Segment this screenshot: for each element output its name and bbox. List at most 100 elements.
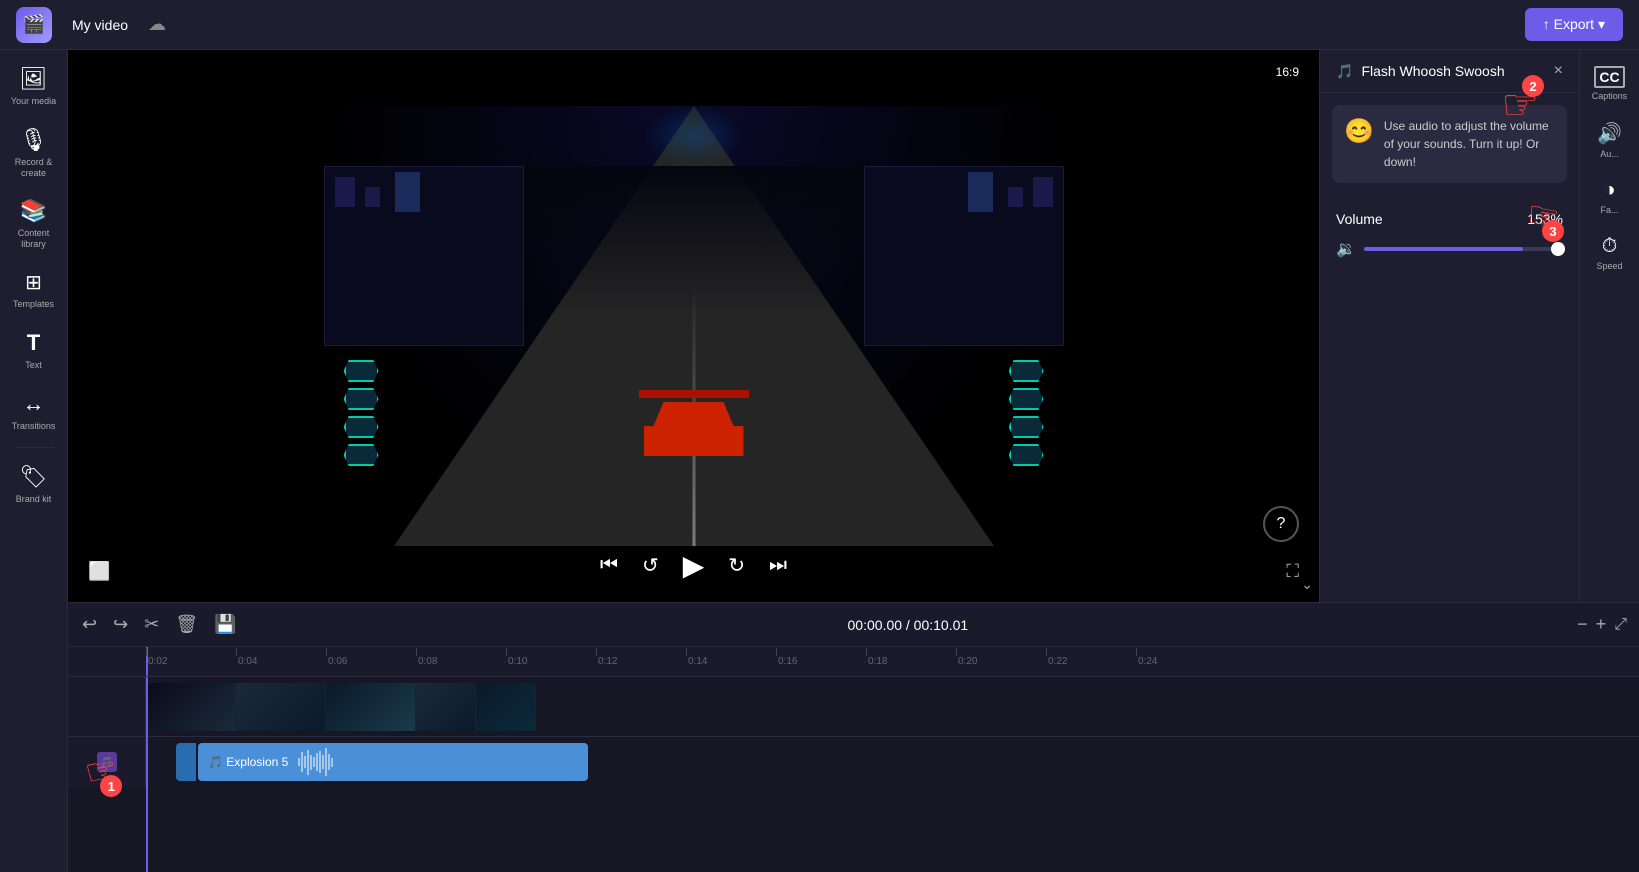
volume-low-icon: 🔉 bbox=[1336, 239, 1356, 259]
video-canvas bbox=[324, 106, 1064, 546]
sidebar-item-label-text: Text bbox=[25, 360, 42, 371]
preview-section: 16:9 ⏮ ↺ ▶ ↻ ⏭ ⬜ ⛶ ? ⌄ bbox=[68, 50, 1639, 602]
wave-bar bbox=[322, 755, 324, 769]
app-logo-icon: 🎬 bbox=[23, 14, 45, 35]
playback-controls: ⏮ ↺ ▶ ↻ ⏭ bbox=[596, 545, 791, 586]
right-panel-title: Flash Whoosh Swoosh bbox=[1361, 63, 1504, 79]
fit-timeline-button[interactable]: ⤢ bbox=[1614, 616, 1627, 634]
audio-tooltip: 😊 Use audio to adjust the volume of your… bbox=[1332, 105, 1567, 183]
content-library-icon: 📚 bbox=[20, 198, 47, 224]
wave-bar bbox=[301, 752, 303, 772]
close-panel-button[interactable]: × bbox=[1554, 62, 1563, 80]
sidebar-item-brand-kit[interactable]: 🏷 Brand kit bbox=[4, 456, 64, 513]
wave-bar bbox=[328, 754, 330, 770]
ruler-mark-0-24: 0:24 bbox=[1136, 656, 1226, 667]
ruler-mark-0-04: 0:04 bbox=[236, 656, 326, 667]
ruler-mark-0-14: 0:14 bbox=[686, 656, 776, 667]
ruler-marks: 0:02 0:04 0:06 0:08 0:10 0:12 0:14 0:16 … bbox=[146, 656, 1226, 667]
zoom-in-button[interactable]: + bbox=[1596, 614, 1607, 635]
right-panel: 🎵 Flash Whoosh Swoosh × 😊 Use audio to a… bbox=[1319, 50, 1579, 602]
right-sidebar-item-captions[interactable]: CC Captions bbox=[1584, 58, 1636, 109]
left-sidebar: 🖼 Your media 🎙 Record &create 📚 Contentl… bbox=[0, 50, 68, 872]
export-button[interactable]: ↑ Export ▾ bbox=[1525, 8, 1623, 41]
sidebar-item-transitions[interactable]: ↔ Transitions bbox=[4, 383, 64, 440]
volume-thumb[interactable] bbox=[1551, 242, 1565, 256]
wave-bar bbox=[298, 758, 300, 766]
transitions-icon: ↔ bbox=[23, 391, 45, 417]
sidebar-item-label-record-create: Record &create bbox=[15, 157, 53, 179]
volume-slider[interactable] bbox=[1364, 247, 1563, 251]
fullscreen-button[interactable]: ⛶ bbox=[1286, 561, 1299, 582]
wave-bar bbox=[319, 751, 321, 773]
main-layout: 🖼 Your media 🎙 Record &create 📚 Contentl… bbox=[0, 50, 1639, 872]
wave-bar bbox=[304, 756, 306, 768]
sidebar-item-label-transitions: Transitions bbox=[12, 421, 56, 432]
right-sidebar-item-audio[interactable]: 🔊 Au... bbox=[1584, 113, 1636, 167]
skip-to-end-button[interactable]: ⏭ bbox=[765, 550, 791, 581]
ruler-mark-0-18: 0:18 bbox=[866, 656, 956, 667]
wave-bar bbox=[307, 750, 309, 775]
volume-slider-row: 🔉 bbox=[1336, 239, 1563, 259]
audio-track-content: 🎵 Explosion 5 bbox=[146, 737, 1639, 787]
help-button[interactable]: ? bbox=[1263, 506, 1299, 542]
tunnel-glow bbox=[644, 106, 744, 166]
ruler-mark-0-22: 0:22 bbox=[1046, 656, 1136, 667]
fade-label: Fa... bbox=[1600, 205, 1618, 215]
car-spoiler bbox=[639, 390, 749, 398]
timeline-ruler: 0:02 0:04 0:06 0:08 0:10 0:12 0:14 0:16 … bbox=[68, 647, 1639, 677]
right-sidebar: CC Captions 🔊 Au... ◑ Fa... ⏱ Speed bbox=[1579, 50, 1639, 602]
audio-clip[interactable]: 🎵 Explosion 5 bbox=[198, 743, 588, 781]
templates-icon: ⊞ bbox=[25, 270, 42, 295]
save-button[interactable]: 💾 bbox=[212, 612, 238, 637]
volume-section: Volume 153% 🔉 bbox=[1320, 195, 1579, 275]
audio-track-label: 🎵 bbox=[68, 737, 146, 787]
play-pause-button[interactable]: ▶ bbox=[679, 545, 709, 586]
barriers-right bbox=[1009, 360, 1044, 466]
cut-button[interactable]: ✂ bbox=[142, 612, 161, 637]
tooltip-emoji: 😊 bbox=[1344, 117, 1374, 171]
project-name-button[interactable]: My video bbox=[64, 13, 136, 37]
audio-label: Au... bbox=[1600, 149, 1619, 159]
sidebar-item-templates[interactable]: ⊞ Templates bbox=[4, 262, 64, 318]
building-right bbox=[864, 166, 1064, 346]
captions-label: Captions bbox=[1592, 91, 1628, 101]
audio-track-icon[interactable]: 🎵 bbox=[97, 752, 117, 772]
record-create-icon: 🎙 bbox=[20, 127, 48, 153]
ruler-mark-0-16: 0:16 bbox=[776, 656, 866, 667]
volume-value: 153% bbox=[1527, 211, 1563, 227]
audio-clip-start-button[interactable] bbox=[176, 743, 196, 781]
fast-forward-button[interactable]: ↻ bbox=[724, 549, 749, 582]
barriers-left bbox=[344, 360, 379, 466]
clip-thumb-4 bbox=[416, 683, 476, 731]
redo-button[interactable]: ↪ bbox=[111, 612, 130, 637]
sidebar-divider bbox=[14, 447, 54, 448]
undo-button[interactable]: ↩ bbox=[80, 612, 99, 637]
right-sidebar-item-speed[interactable]: ⏱ Speed bbox=[1584, 227, 1636, 279]
zoom-controls: − + ⤢ bbox=[1577, 614, 1627, 635]
sidebar-item-record-create[interactable]: 🎙 Record &create bbox=[4, 119, 64, 187]
clip-thumb-1 bbox=[146, 683, 236, 731]
sidebar-item-text[interactable]: T Text bbox=[4, 322, 64, 379]
right-sidebar-item-fade[interactable]: ◑ Fa... bbox=[1584, 171, 1636, 223]
zoom-out-button[interactable]: − bbox=[1577, 614, 1588, 635]
volume-label: Volume bbox=[1336, 211, 1383, 227]
speed-label: Speed bbox=[1596, 261, 1622, 271]
video-clip[interactable] bbox=[146, 683, 581, 731]
sidebar-item-content-library[interactable]: 📚 Contentlibrary bbox=[4, 190, 64, 258]
collapse-button[interactable]: ⌄ bbox=[1301, 576, 1313, 593]
caption-toggle-button[interactable]: ⬜ bbox=[88, 561, 110, 582]
sidebar-item-your-media[interactable]: 🖼 Your media bbox=[4, 58, 64, 115]
ruler-mark-0-06: 0:06 bbox=[326, 656, 416, 667]
top-bar-left: 🎬 My video ☁ bbox=[16, 7, 166, 43]
building-left bbox=[324, 166, 524, 346]
timeline-toolbar: ↩ ↪ ✂ 🗑 💾 00:00.00 / 00:10.01 − + ⤢ bbox=[68, 603, 1639, 647]
rewind-button[interactable]: ↺ bbox=[638, 549, 663, 582]
ruler-mark-0-10: 0:10 bbox=[506, 656, 596, 667]
app-logo: 🎬 bbox=[16, 7, 52, 43]
sidebar-item-label-content-library: Contentlibrary bbox=[18, 228, 50, 250]
right-panel-header: 🎵 Flash Whoosh Swoosh × bbox=[1320, 50, 1579, 93]
skip-to-start-button[interactable]: ⏮ bbox=[596, 550, 622, 581]
video-track-row bbox=[68, 677, 1639, 737]
audio-track-row: 🎵 🎵 Explosion 5 bbox=[68, 737, 1639, 787]
delete-button[interactable]: 🗑 bbox=[173, 612, 200, 637]
